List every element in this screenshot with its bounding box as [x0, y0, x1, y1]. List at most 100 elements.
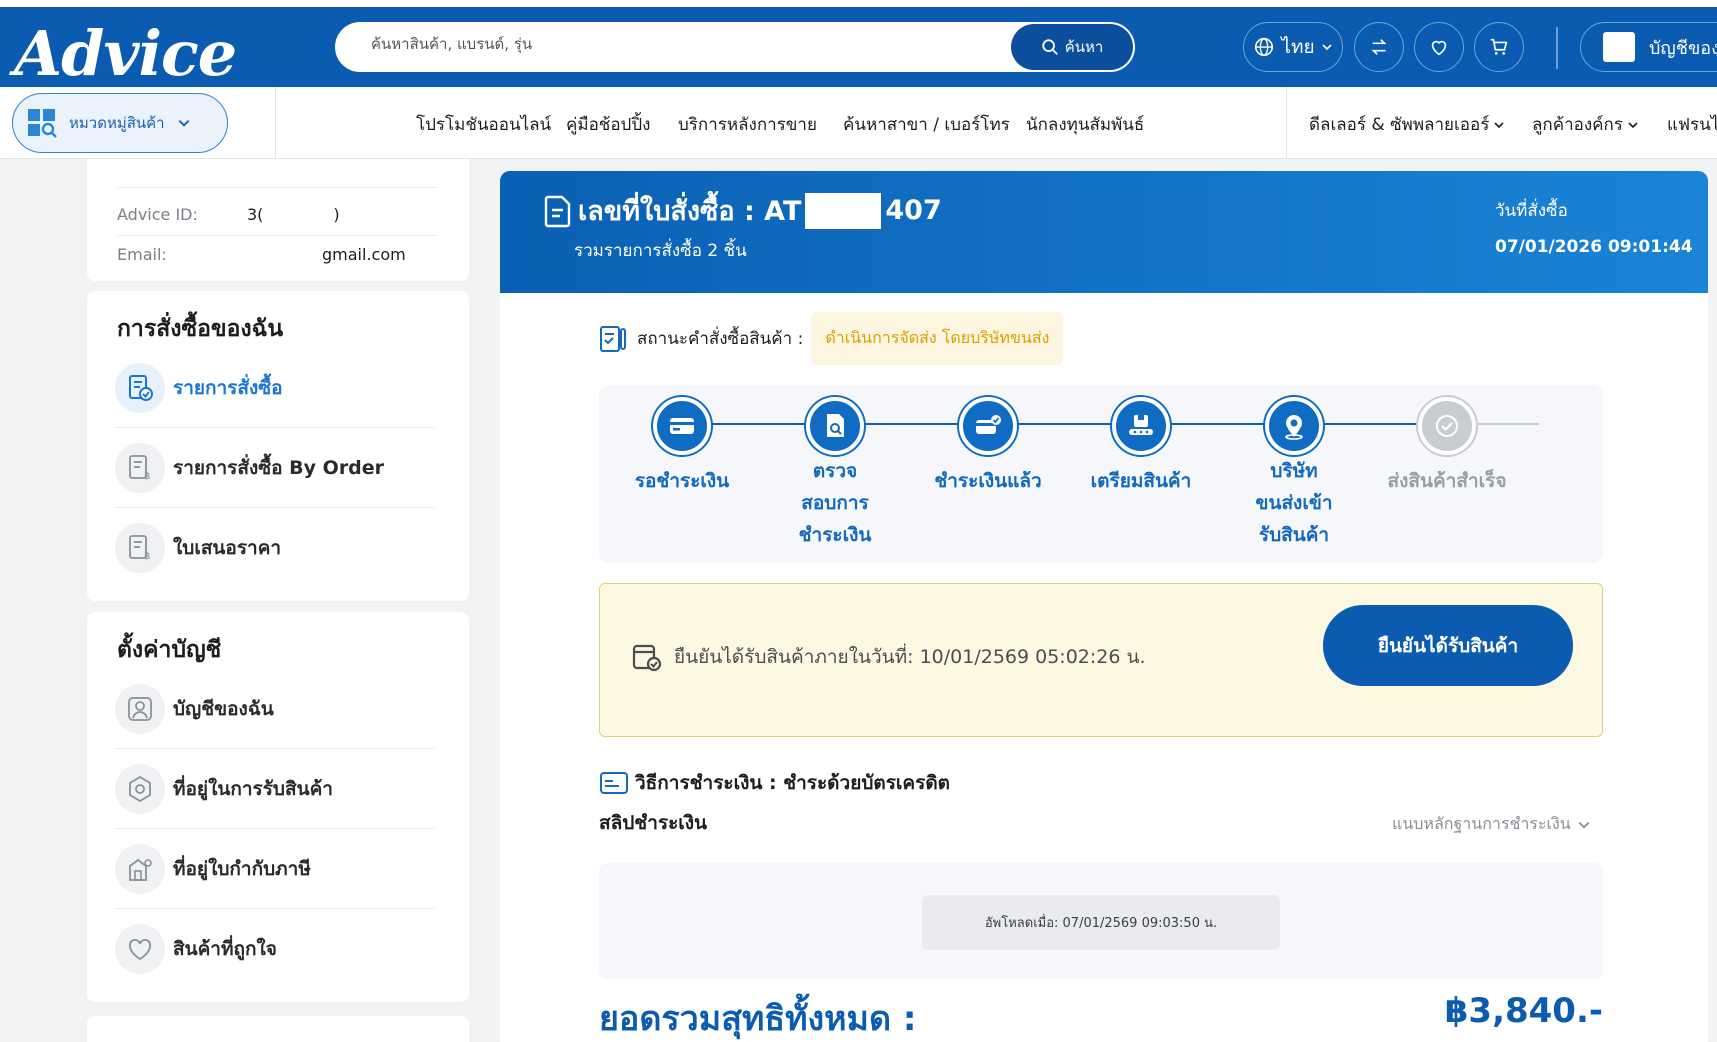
- heart-icon: [115, 924, 165, 974]
- chevron-down-icon: [1578, 821, 1590, 829]
- svg-text:฿: ฿: [144, 551, 150, 562]
- nav-item-dealer-label: ดีลเลอร์ & ซัพพลายเออร์: [1309, 115, 1490, 135]
- order-list-icon: [115, 362, 165, 413]
- payment-slip-box: อัพโหลดเมื่อ: 07/01/2569 09:03:50 น.: [599, 863, 1603, 979]
- sidebar-item-label: รายการสั่งซื้อ: [173, 376, 283, 399]
- advice-id-value-end: ): [333, 205, 340, 224]
- document-icon: [544, 195, 571, 227]
- nav-item-promotion[interactable]: โปรโมชันออนไลน์: [416, 111, 551, 138]
- nav-item-franchise[interactable]: แฟรนไ: [1667, 111, 1717, 138]
- quotation-icon: ฿: [115, 523, 165, 573]
- step-label: เตรียมสินค้า: [1090, 470, 1192, 492]
- order-item-count: รวมรายการสั่งซื้อ 2 ชิ้น: [574, 241, 747, 261]
- sidebar-item-my-account[interactable]: บัญชีของฉัน: [115, 669, 435, 749]
- account-button[interactable]: บัญชีของ: [1580, 22, 1717, 72]
- order-date: 07/01/2026 09:01:44: [1495, 237, 1693, 257]
- header-divider: [1556, 27, 1558, 69]
- sidebar-item-label: ที่อยู่ใบกำกับภาษี: [173, 857, 311, 880]
- email-value: gmail.com: [322, 245, 406, 264]
- sidebar-item-orders[interactable]: รายการสั่งซื้อ: [115, 348, 435, 428]
- pin-icon: [1265, 397, 1323, 455]
- heart-icon: [1431, 40, 1447, 56]
- nav-item-corporate[interactable]: ลูกค้าองค์กร: [1532, 111, 1639, 138]
- confirm-receipt-box: ยืนยันได้รับสินค้าภายในวันที่: 10/01/256…: [599, 583, 1603, 737]
- sidebar-item-wishlist[interactable]: สินค้าที่ถูกใจ: [115, 909, 435, 989]
- credit-card-icon: [600, 772, 628, 794]
- language-selector[interactable]: ไทย: [1243, 22, 1343, 72]
- globe-icon: [1255, 37, 1274, 57]
- payment-method-text: วิธีการชำระเงิน : ชำระด้วยบัตรเครดิต: [635, 772, 951, 794]
- sidebar-item-orders-by-order[interactable]: ฿ รายการสั่งซื้อ By Order: [115, 428, 435, 508]
- grand-total-label: ยอดรวมสุทธิทั้งหมด :: [599, 999, 917, 1039]
- category-menu-button[interactable]: หมวดหมู่สินค้า: [12, 93, 228, 153]
- advice-logo[interactable]: Advice: [14, 17, 237, 90]
- order-number: เลขที่ใบสั่งซื้อ : AT 407: [542, 189, 942, 232]
- chevron-down-icon: [178, 120, 189, 127]
- confirm-deadline-text: ยืนยันได้รับสินค้าภายในวันที่: 10/01/256…: [674, 646, 1146, 668]
- card-check-icon: [959, 397, 1017, 455]
- avatar: [1603, 32, 1635, 62]
- clipboard-status-icon: [600, 325, 626, 352]
- card-icon: [653, 397, 711, 455]
- attach-proof-label: แนบหลักฐานการชำระเงิน: [1392, 814, 1571, 833]
- order-detail-card: เลขที่ใบสั่งซื้อ : AT 407 รวมรายการสั่งซ…: [500, 171, 1708, 1042]
- compare-button[interactable]: [1354, 22, 1404, 72]
- search-bar: ค้นหา: [335, 22, 1135, 72]
- email-label: Email:: [117, 245, 167, 264]
- wishlist-button[interactable]: [1414, 22, 1464, 72]
- step-label: ตรวจ สอบการ ชำระเงิน: [775, 455, 895, 551]
- sidebar-item-label: รายการสั่งซื้อ By Order: [173, 456, 385, 479]
- step-preparing: เตรียมสินค้า: [1081, 397, 1201, 497]
- sidebar-item-tax-address[interactable]: ที่อยู่ใบกำกับภาษี: [115, 829, 435, 909]
- confirm-receipt-button[interactable]: ยืนยันได้รับสินค้า: [1323, 605, 1573, 686]
- cart-button[interactable]: [1474, 22, 1524, 72]
- doc-search-icon: [806, 397, 864, 455]
- nav-item-after-sales[interactable]: บริการหลังการขาย: [678, 111, 817, 138]
- location-icon: [115, 763, 165, 814]
- nav-bar: หมวดหมู่สินค้า โปรโมชันออนไลน์ คู่มือช้อ…: [0, 87, 1717, 159]
- divider: [117, 187, 437, 188]
- advice-id-row: Advice ID: 3(): [117, 205, 340, 224]
- chevron-down-icon: [1322, 44, 1332, 51]
- user-icon: [115, 683, 165, 734]
- cart-icon: [1490, 38, 1508, 55]
- search-button[interactable]: ค้นหา: [1011, 24, 1133, 70]
- sidebar-item-label: บัญชีของฉัน: [173, 697, 274, 720]
- account-label: บัญชีของ: [1649, 37, 1717, 59]
- nav-item-shopping-guide[interactable]: คู่มือช้อปปิ้ง: [566, 111, 650, 138]
- check-icon: [1418, 397, 1476, 455]
- orders-section-title: การสั่งซื้อของฉัน: [117, 316, 284, 342]
- receipt-icon: ฿: [115, 442, 165, 493]
- step-label: ส่งสินค้าสำเร็จ: [1387, 470, 1507, 492]
- step-carrier-pickup: บริษัท ขนส่งเข้า รับสินค้า: [1234, 397, 1354, 551]
- order-progress-tracker: รอชำระเงิน ตรวจ สอบการ ชำระเงิน ชำระเงิน…: [599, 385, 1603, 563]
- nav-item-investor[interactable]: นักลงทุนสัมพันธ์: [1026, 111, 1144, 138]
- order-number-suffix: 407: [885, 195, 942, 226]
- nav-item-dealer[interactable]: ดีลเลอร์ & ซัพพลายเออร์: [1309, 111, 1505, 138]
- sidebar-item-quotation[interactable]: ฿ ใบเสนอราคา: [115, 508, 435, 588]
- sidebar-item-label: สินค้าที่ถูกใจ: [173, 938, 277, 960]
- status-badge: ดำเนินการจัดส่ง โดยบริษัทขนส่ง: [811, 312, 1064, 365]
- box-icon: [1112, 397, 1170, 455]
- step-label: ชำระเงินแล้ว: [934, 470, 1042, 492]
- sidebar-extra-card: [87, 1016, 469, 1042]
- sidebar-item-shipping-address[interactable]: ที่อยู่ในการรับสินค้า: [115, 749, 435, 829]
- profile-card: Advice ID: 3() Email: gmail.com: [87, 159, 469, 281]
- orders-card: การสั่งซื้อของฉัน รายการสั่งซื้อ ฿ รายกา…: [87, 291, 469, 601]
- step-payment-verification: ตรวจ สอบการ ชำระเงิน: [775, 397, 895, 551]
- step-label-line: ชำระเงิน: [798, 524, 872, 546]
- order-number-label: เลขที่ใบสั่งซื้อ : AT: [578, 196, 802, 227]
- compare-icon: [1371, 39, 1387, 55]
- nav-item-corporate-label: ลูกค้าองค์กร: [1532, 115, 1623, 135]
- confirm-deadline: ยืนยันได้รับสินค้าภายในวันที่: 10/01/256…: [630, 640, 1146, 674]
- chevron-down-icon: [1628, 121, 1638, 128]
- step-awaiting-payment: รอชำระเงิน: [622, 397, 742, 497]
- attach-proof-toggle[interactable]: แนบหลักฐานการชำระเงิน: [1392, 812, 1591, 837]
- order-status-row: สถานะคำสั่งซื้อสินค้า : ดำเนินการจัดส่ง …: [597, 312, 1064, 365]
- account-section-title: ตั้งค่าบัญชี: [117, 637, 222, 663]
- step-label-line: บริษัท: [1270, 460, 1318, 482]
- calendar-check-icon: [632, 644, 662, 672]
- nav-item-branch-search[interactable]: ค้นหาสาขา / เบอร์โทร: [843, 111, 1010, 138]
- advice-id-label: Advice ID:: [117, 205, 198, 224]
- search-input[interactable]: [371, 35, 1011, 53]
